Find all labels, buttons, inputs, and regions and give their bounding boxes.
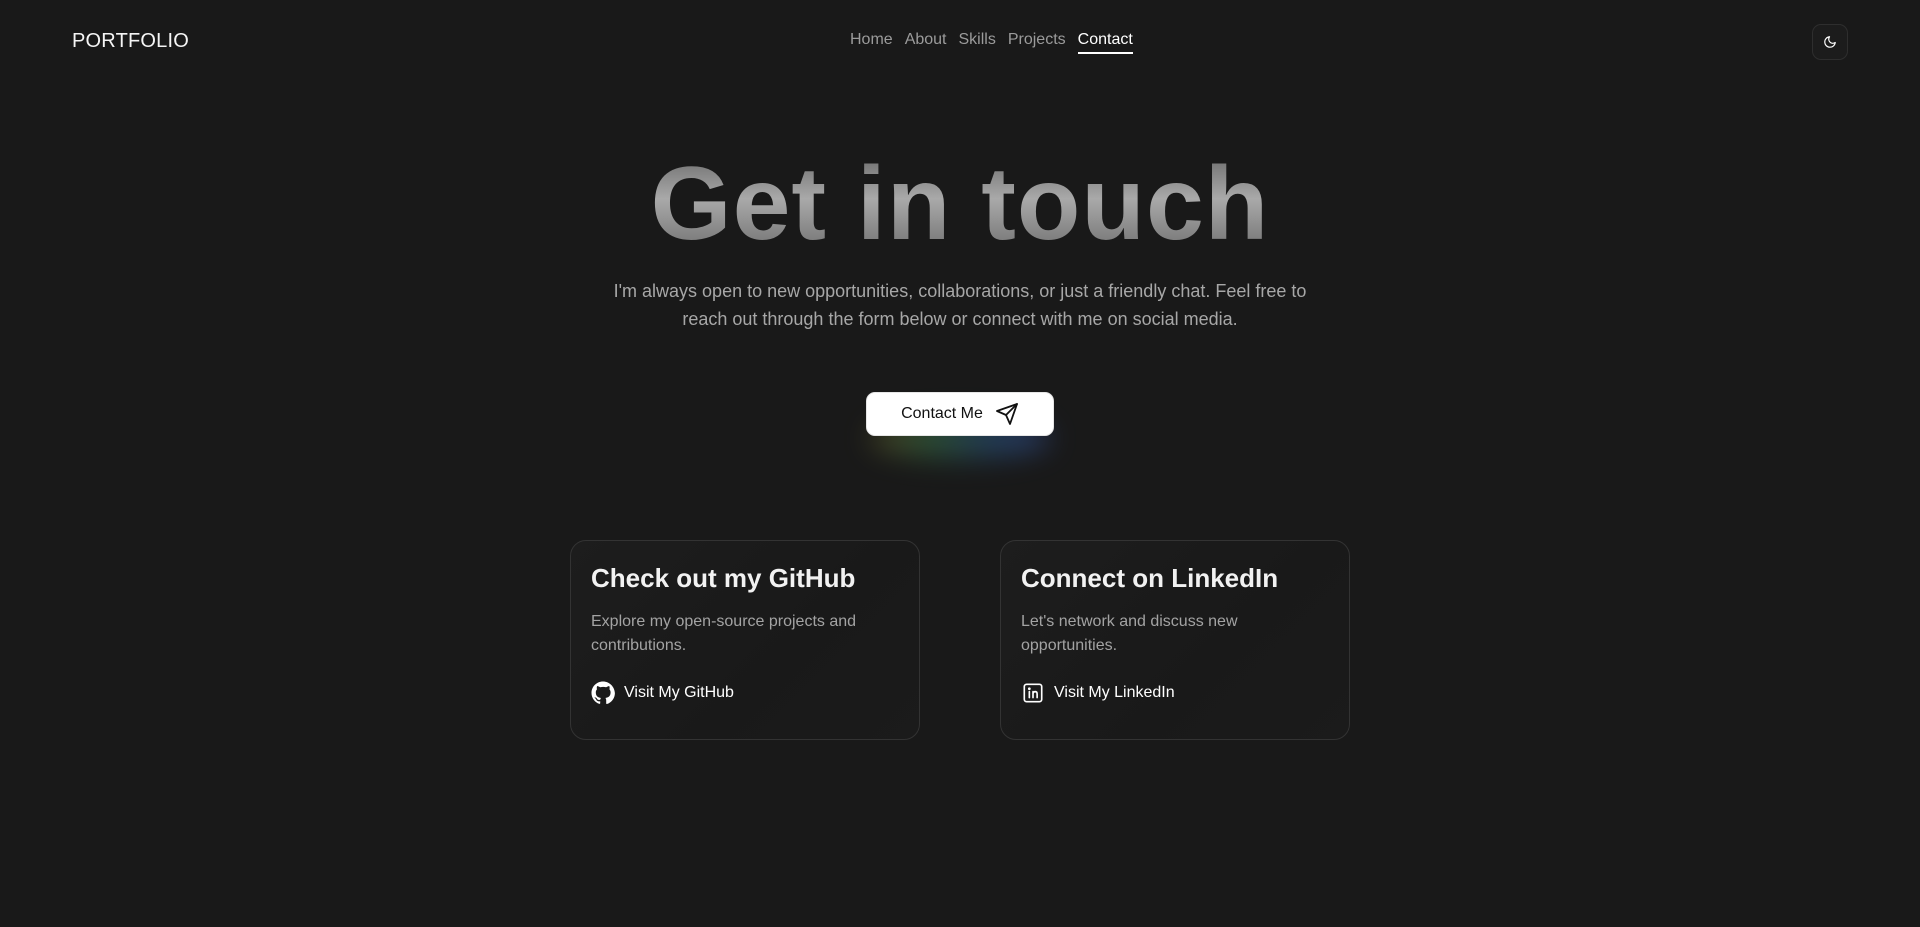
nav-about[interactable]: About — [905, 31, 947, 54]
github-icon — [591, 681, 615, 705]
visit-linkedin-label: Visit My LinkedIn — [1054, 684, 1175, 701]
linkedin-icon — [1021, 681, 1045, 705]
visit-github-label: Visit My GitHub — [624, 684, 734, 701]
brand-logo[interactable]: PORTFOLIO — [72, 30, 189, 53]
nav-contact[interactable]: Contact — [1077, 31, 1133, 54]
linkedin-card: Connect on LinkedIn Let's network and di… — [1000, 540, 1350, 740]
linkedin-card-title: Connect on LinkedIn — [1021, 563, 1279, 593]
visit-github-link[interactable]: Visit My GitHub — [591, 681, 734, 705]
send-icon — [996, 403, 1018, 425]
github-card-description: Explore my open-source projects and cont… — [591, 613, 857, 654]
nav-home[interactable]: Home — [850, 31, 893, 54]
contact-me-label: Contact Me — [901, 405, 983, 422]
page-subtitle: I'm always open to new opportunities, co… — [613, 281, 1307, 329]
theme-toggle-button[interactable] — [1812, 24, 1848, 60]
linkedin-card-description: Let's network and discuss new opportunit… — [1021, 613, 1238, 654]
main-nav: Home About Skills Projects Contact — [850, 31, 1133, 54]
contact-me-button[interactable]: Contact Me — [866, 392, 1054, 436]
visit-linkedin-link[interactable]: Visit My LinkedIn — [1021, 681, 1175, 705]
site-header: PORTFOLIO Home About Skills Projects Con… — [0, 0, 1920, 84]
nav-skills[interactable]: Skills — [959, 31, 996, 54]
page-title: Get in touch — [0, 152, 1920, 256]
moon-icon — [1824, 36, 1836, 48]
nav-projects[interactable]: Projects — [1008, 31, 1066, 54]
github-card-title: Check out my GitHub — [591, 563, 856, 593]
github-card: Check out my GitHub Explore my open-sour… — [570, 540, 920, 740]
